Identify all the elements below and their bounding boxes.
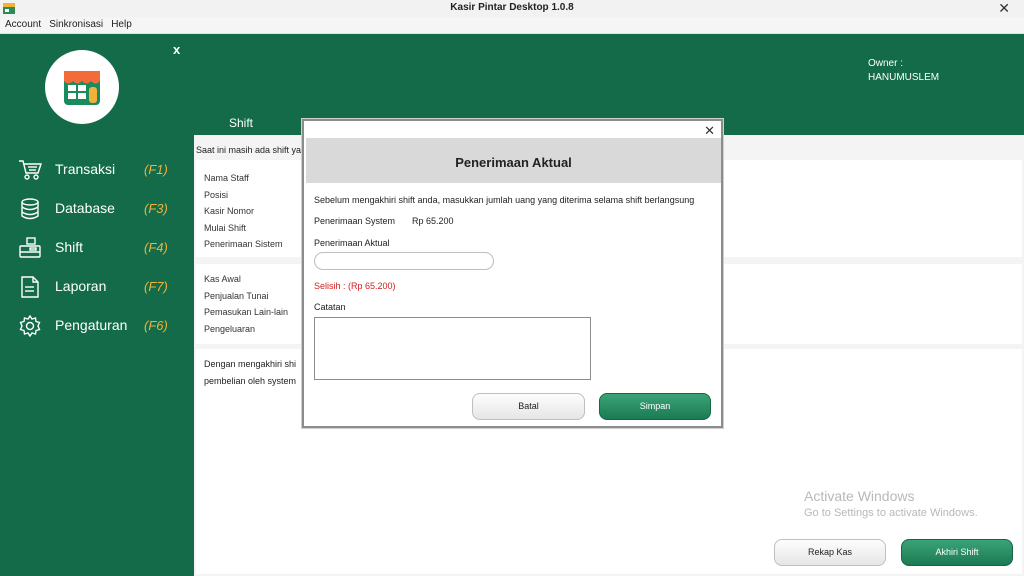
activate-windows-title: Activate Windows [804,488,915,504]
sidebar-item-database[interactable]: Database (F3) [0,192,194,224]
label-kasir-nomor: Kasir Nomor [204,206,255,216]
sidebar: x Transaksi (F1) Database (F3) Shift (F4… [0,34,194,576]
cart-icon [19,160,42,180]
sidebar-item-label: Laporan [55,278,107,294]
info-text-line-1: Dengan mengakhiri shi [204,359,297,369]
shortcut-label: (F3) [144,201,168,216]
owner-name: HANUMUSLEM [868,72,940,83]
penerimaan-aktual-label: Penerimaan Aktual [314,238,390,248]
info-text-line-2: pembelian oleh system [204,376,297,386]
label-mulai-shift: Mulai Shift [204,223,247,233]
sidebar-item-label: Pengaturan [55,317,128,333]
shortcut-label: (F4) [144,240,168,255]
window-title: Kasir Pintar Desktop 1.0.8 [450,2,574,13]
dialog-instruction: Sebelum mengakhiri shift anda, masukkan … [314,195,695,205]
sidebar-item-pengaturan[interactable]: Pengaturan (F6) [0,309,194,341]
window-close-button[interactable]: ✕ [998,0,1010,16]
store-logo [45,50,119,124]
shift-notice: Saat ini masih ada shift ya [196,145,302,155]
register-icon [19,237,41,258]
sidebar-item-label: Shift [55,239,84,255]
menu-help[interactable]: Help [106,17,132,33]
shortcut-label: (F6) [144,318,168,333]
label-penjualan-tunai: Penjualan Tunai [204,291,269,301]
sidebar-item-label: Transaksi [55,161,116,177]
sidebar-item-label: Database [55,200,115,216]
activate-windows-subtitle: Go to Settings to activate Windows. [804,507,978,519]
store-icon [64,71,100,105]
sidebar-close-button[interactable]: x [173,42,180,57]
akhiri-shift-button[interactable]: Akhiri Shift [901,539,1013,566]
menu-bar: Account Sinkronisasi Help [0,17,1024,34]
penerimaan-aktual-input[interactable] [314,252,494,270]
tab-shift[interactable]: Shift [229,116,253,130]
catatan-label: Catatan [314,302,346,312]
label-posisi: Posisi [204,190,229,200]
rekap-kas-button[interactable]: Rekap Kas [774,539,886,566]
title-bar: Kasir Pintar Desktop 1.0.8 ✕ [0,0,1024,17]
label-nama-staff: Nama Staff [204,173,249,183]
menu-account[interactable]: Account [0,17,41,33]
shortcut-label: (F1) [144,162,168,177]
penerimaan-system-label: Penerimaan System [314,216,396,226]
shortcut-label: (F7) [144,279,168,294]
sidebar-item-laporan[interactable]: Laporan (F7) [0,270,194,302]
label-kas-awal: Kas Awal [204,274,241,284]
simpan-button[interactable]: Simpan [599,393,711,420]
dialog-close-button[interactable]: ✕ [704,123,715,139]
gear-icon [19,315,41,337]
dialog-header: Penerimaan Aktual [306,138,721,183]
database-icon [21,198,39,220]
label-pengeluaran: Pengeluaran [204,324,256,334]
sidebar-item-transaksi[interactable]: Transaksi (F1) [0,153,194,185]
penerimaan-system-value: Rp 65.200 [412,216,454,226]
sidebar-item-shift[interactable]: Shift (F4) [0,231,194,263]
selisih-text: Selisih : (Rp 65.200) [314,281,396,291]
report-icon [21,276,39,298]
label-pemasukan-lain: Pemasukan Lain-lain [204,307,289,317]
menu-sinkronisasi[interactable]: Sinkronisasi [44,17,103,33]
label-penerimaan-sistem: Penerimaan Sistem [204,239,283,249]
batal-button[interactable]: Batal [472,393,585,420]
dialog-title: Penerimaan Aktual [455,155,572,170]
penerimaan-aktual-dialog: ✕ Penerimaan Aktual Sebelum mengakhiri s… [302,119,723,428]
owner-label: Owner : [868,58,904,69]
catatan-textarea[interactable] [314,317,591,380]
